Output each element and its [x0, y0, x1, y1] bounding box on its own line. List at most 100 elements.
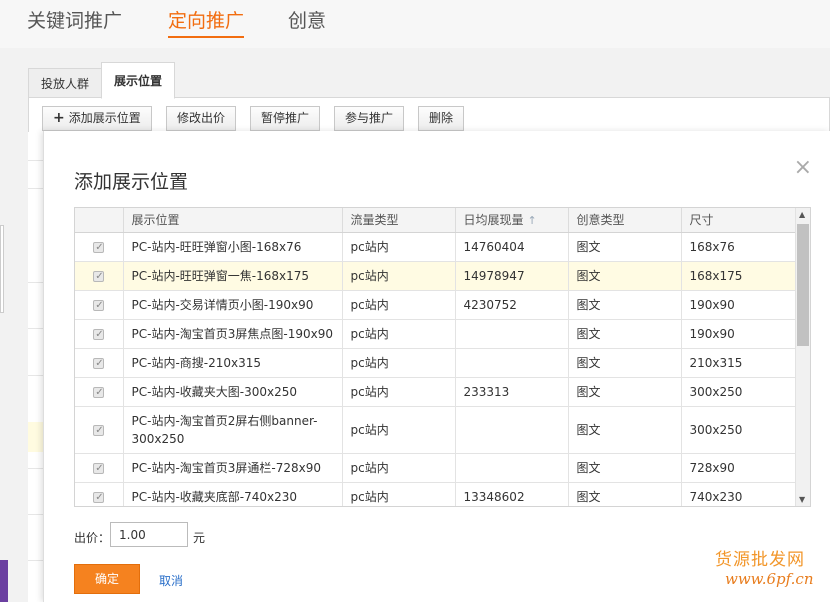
- join-button[interactable]: 参与推广: [334, 106, 405, 131]
- row-checkbox-cell: [75, 319, 124, 349]
- cell-traffic-type: pc站内: [342, 348, 456, 378]
- cell-size: 300x250: [681, 377, 796, 407]
- header-daily-label: 日均展现量: [463, 213, 524, 228]
- row-checkbox-cell: [75, 348, 124, 378]
- edit-price-button[interactable]: 修改出价: [166, 106, 237, 131]
- cell-daily-impressions: 13348602: [455, 482, 569, 506]
- scroll-up-icon[interactable]: ▲: [799, 210, 805, 219]
- pause-button[interactable]: 暂停推广: [250, 106, 321, 131]
- watermark: 货源批发网 www.6pf.cn: [715, 545, 827, 595]
- row-checkbox[interactable]: [93, 326, 105, 344]
- table-row[interactable]: PC-站内-淘宝首页2屏右侧banner-300x250pc站内 图文300x25…: [75, 406, 796, 454]
- price-unit: 元: [193, 531, 206, 545]
- cell-position: PC-站内-交易详情页小图-190x90: [123, 290, 343, 320]
- row-checkbox-cell: [75, 482, 124, 506]
- background-table: [28, 132, 44, 602]
- price-input[interactable]: [110, 522, 188, 547]
- header-size[interactable]: 尺寸: [681, 208, 796, 233]
- row-checkbox[interactable]: [93, 384, 105, 402]
- tab-placement[interactable]: 展示位置: [101, 62, 176, 99]
- cell-size: 740x230: [681, 482, 796, 506]
- cell-daily-impressions: [455, 319, 569, 349]
- scrollbar-thumb[interactable]: [797, 224, 809, 346]
- close-icon[interactable]: ×: [794, 155, 812, 180]
- cell-position: PC-站内-淘宝首页3屏通栏-728x90: [123, 453, 343, 483]
- cell-size: 728x90: [681, 453, 796, 483]
- cell-traffic-type: pc站内: [342, 319, 456, 349]
- row-checkbox-cell: [75, 232, 124, 262]
- side-accent-bar: [0, 560, 8, 602]
- cell-traffic-type: pc站内: [342, 377, 456, 407]
- header-position[interactable]: 展示位置: [123, 208, 343, 233]
- delete-button[interactable]: 删除: [418, 106, 465, 131]
- nav-targeted-promo[interactable]: 定向推广: [168, 6, 245, 38]
- header-checkbox-col: [75, 208, 124, 233]
- header-traffic-type[interactable]: 流量类型: [342, 208, 456, 233]
- row-checkbox[interactable]: [93, 297, 105, 315]
- dialog-title: 添加展示位置: [74, 171, 189, 193]
- table-row[interactable]: PC-站内-交易详情页小图-190x90pc站内4230752图文190x90: [75, 290, 796, 320]
- row-checkbox[interactable]: [93, 489, 105, 506]
- row-checkbox[interactable]: [93, 355, 105, 373]
- table-row[interactable]: PC-站内-收藏夹大图-300x250pc站内233313图文300x250: [75, 377, 796, 407]
- row-checkbox[interactable]: [93, 460, 105, 478]
- cell-position: PC-站内-淘宝首页3屏焦点图-190x90: [123, 319, 343, 349]
- row-checkbox-cell: [75, 377, 124, 407]
- row-checkbox-cell: [75, 261, 124, 291]
- cell-creative-type: 图文: [568, 319, 682, 349]
- cell-position: PC-站内-旺旺弹窗小图-168x76: [123, 232, 343, 262]
- cell-position: PC-站内-淘宝首页2屏右侧banner-300x250: [123, 406, 343, 454]
- add-placement-label: 添加展示位置: [68, 111, 141, 125]
- table-row[interactable]: PC-站内-旺旺弹窗一焦-168x175pc站内14978947图文168x17…: [75, 261, 796, 291]
- nav-creative[interactable]: 创意: [288, 6, 326, 33]
- cell-daily-impressions: 14978947: [455, 261, 569, 291]
- sort-ascending-icon[interactable]: ↑: [528, 214, 537, 227]
- placement-table: 展示位置 流量类型 日均展现量 ↑ 创意类型 尺寸 PC-站内-旺旺弹窗小图-16…: [74, 207, 811, 507]
- row-checkbox[interactable]: [93, 268, 105, 286]
- price-label: 出价：: [74, 531, 111, 545]
- left-panel-edge: [0, 225, 4, 313]
- add-placement-button[interactable]: + 添加展示位置: [42, 106, 152, 131]
- table-row[interactable]: PC-站内-商搜-210x315pc站内 图文210x315: [75, 348, 796, 378]
- row-checkbox-cell: [75, 453, 124, 483]
- cell-creative-type: 图文: [568, 453, 682, 483]
- scroll-down-icon[interactable]: ▼: [799, 495, 805, 504]
- cell-size: 190x90: [681, 319, 796, 349]
- table-row[interactable]: PC-站内-旺旺弹窗小图-168x76pc站内14760404图文168x76: [75, 232, 796, 262]
- add-placement-dialog: 添加展示位置 × 展示位置 流量类型 日均展现量 ↑ 创意类型 尺寸 PC-站内-…: [43, 131, 830, 602]
- row-checkbox[interactable]: [93, 422, 105, 440]
- table-row[interactable]: PC-站内-淘宝首页3屏焦点图-190x90pc站内 图文190x90: [75, 319, 796, 349]
- cell-creative-type: 图文: [568, 261, 682, 291]
- cell-position: PC-站内-商搜-210x315: [123, 348, 343, 378]
- cell-traffic-type: pc站内: [342, 232, 456, 262]
- table-scrollbar[interactable]: ▲ ▼: [795, 208, 810, 506]
- cell-size: 168x175: [681, 261, 796, 291]
- row-checkbox[interactable]: [93, 239, 105, 257]
- nav-keyword-promo[interactable]: 关键词推广: [27, 6, 122, 33]
- table-row[interactable]: PC-站内-淘宝首页3屏通栏-728x90pc站内 图文728x90: [75, 453, 796, 483]
- cell-traffic-type: pc站内: [342, 406, 456, 454]
- plus-icon: +: [53, 110, 65, 126]
- cell-daily-impressions: 233313: [455, 377, 569, 407]
- cell-creative-type: 图文: [568, 290, 682, 320]
- table-row[interactable]: PC-站内-收藏夹底部-740x230pc站内13348602图文740x230: [75, 482, 796, 506]
- cell-position: PC-站内-收藏夹底部-740x230: [123, 482, 343, 506]
- watermark-url: www.6pf.cn: [725, 570, 814, 588]
- cell-size: 190x90: [681, 290, 796, 320]
- cell-size: 300x250: [681, 406, 796, 454]
- cell-creative-type: 图文: [568, 482, 682, 506]
- tab-audience[interactable]: 投放人群: [28, 68, 103, 98]
- confirm-button[interactable]: 确定: [74, 564, 140, 594]
- top-nav: 关键词推广 定向推广 创意: [0, 0, 830, 48]
- cell-traffic-type: pc站内: [342, 453, 456, 483]
- header-creative-type[interactable]: 创意类型: [568, 208, 682, 233]
- cell-daily-impressions: [455, 406, 569, 454]
- cell-creative-type: 图文: [568, 348, 682, 378]
- cancel-link[interactable]: 取消: [159, 572, 183, 589]
- header-daily-impressions[interactable]: 日均展现量 ↑: [455, 208, 569, 233]
- cell-traffic-type: pc站内: [342, 290, 456, 320]
- cell-daily-impressions: 14760404: [455, 232, 569, 262]
- cell-position: PC-站内-收藏夹大图-300x250: [123, 377, 343, 407]
- cell-creative-type: 图文: [568, 406, 682, 454]
- cell-daily-impressions: [455, 453, 569, 483]
